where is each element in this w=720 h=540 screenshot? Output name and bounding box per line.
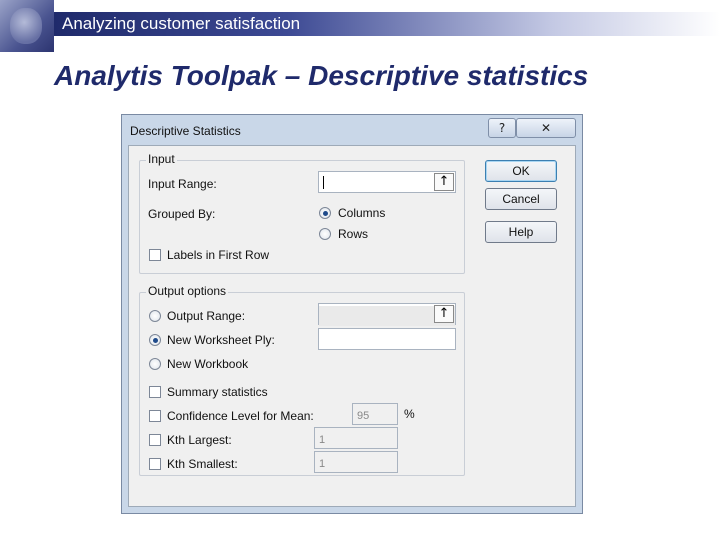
banner-title: Analyzing customer satisfaction	[62, 14, 301, 33]
confidence-level-label[interactable]: Confidence Level for Mean:	[167, 409, 314, 423]
output-range-radio[interactable]	[149, 310, 161, 322]
logo-image	[0, 0, 54, 52]
dialog-body: Input Input Range: ↑ Grouped By: Columns…	[128, 145, 576, 507]
confidence-level-field[interactable]	[352, 403, 398, 426]
new-workbook-label[interactable]: New Workbook	[167, 357, 248, 371]
confidence-level-checkbox[interactable]	[149, 410, 161, 422]
text-cursor	[323, 176, 324, 189]
input-range-field[interactable]: ↑	[318, 171, 456, 194]
new-worksheet-ply-input[interactable]	[319, 331, 455, 351]
summary-statistics-label[interactable]: Summary statistics	[167, 385, 268, 399]
page-title: Analytis Toolpak – Descriptive statistic…	[54, 60, 589, 91]
input-group-legend: Input	[146, 152, 177, 166]
kth-largest-checkbox[interactable]	[149, 434, 161, 446]
kth-largest-field[interactable]	[314, 427, 398, 450]
percent-sign: %	[404, 407, 415, 421]
new-worksheet-ply-radio[interactable]	[149, 334, 161, 346]
output-group-legend: Output options	[146, 284, 229, 298]
kth-largest-input[interactable]	[315, 430, 397, 450]
output-range-collapse-icon[interactable]: ↑	[434, 305, 454, 323]
cancel-button[interactable]: Cancel	[485, 188, 557, 210]
input-group: Input Input Range: ↑ Grouped By: Columns…	[139, 152, 465, 274]
grouped-by-label: Grouped By:	[148, 207, 216, 221]
kth-smallest-field[interactable]	[314, 451, 398, 474]
rows-label[interactable]: Rows	[338, 227, 368, 241]
summary-statistics-checkbox[interactable]	[149, 386, 161, 398]
ok-button[interactable]: OK	[485, 160, 557, 182]
kth-smallest-input[interactable]	[315, 454, 397, 474]
confidence-level-input[interactable]	[353, 406, 397, 426]
help-button[interactable]: Help	[485, 221, 557, 243]
labels-first-row-label[interactable]: Labels in First Row	[167, 248, 269, 262]
help-icon[interactable]: ?	[488, 118, 516, 138]
columns-label[interactable]: Columns	[338, 206, 385, 220]
slide-banner: Analyzing customer satisfaction	[0, 0, 720, 52]
labels-first-row-checkbox[interactable]	[149, 249, 161, 261]
descriptive-statistics-dialog: Descriptive Statistics ? ✕ Input Input R…	[121, 114, 583, 514]
banner-bar: Analyzing customer satisfaction	[54, 12, 720, 36]
rows-radio[interactable]	[319, 228, 331, 240]
columns-radio[interactable]	[319, 207, 331, 219]
output-range-field[interactable]: ↑	[318, 303, 456, 326]
new-worksheet-ply-label[interactable]: New Worksheet Ply:	[167, 333, 275, 347]
input-range-collapse-icon[interactable]: ↑	[434, 173, 454, 191]
kth-smallest-label[interactable]: Kth Smallest:	[167, 457, 238, 471]
kth-largest-label[interactable]: Kth Largest:	[167, 433, 232, 447]
input-range-label: Input Range:	[148, 177, 217, 191]
new-workbook-radio[interactable]	[149, 358, 161, 370]
dialog-title: Descriptive Statistics	[130, 124, 241, 138]
output-range-label[interactable]: Output Range:	[167, 309, 245, 323]
new-worksheet-ply-field[interactable]	[318, 328, 456, 351]
output-options-group: Output options Output Range: ↑ New Works…	[139, 284, 465, 476]
close-icon[interactable]: ✕	[516, 118, 576, 138]
kth-smallest-checkbox[interactable]	[149, 458, 161, 470]
